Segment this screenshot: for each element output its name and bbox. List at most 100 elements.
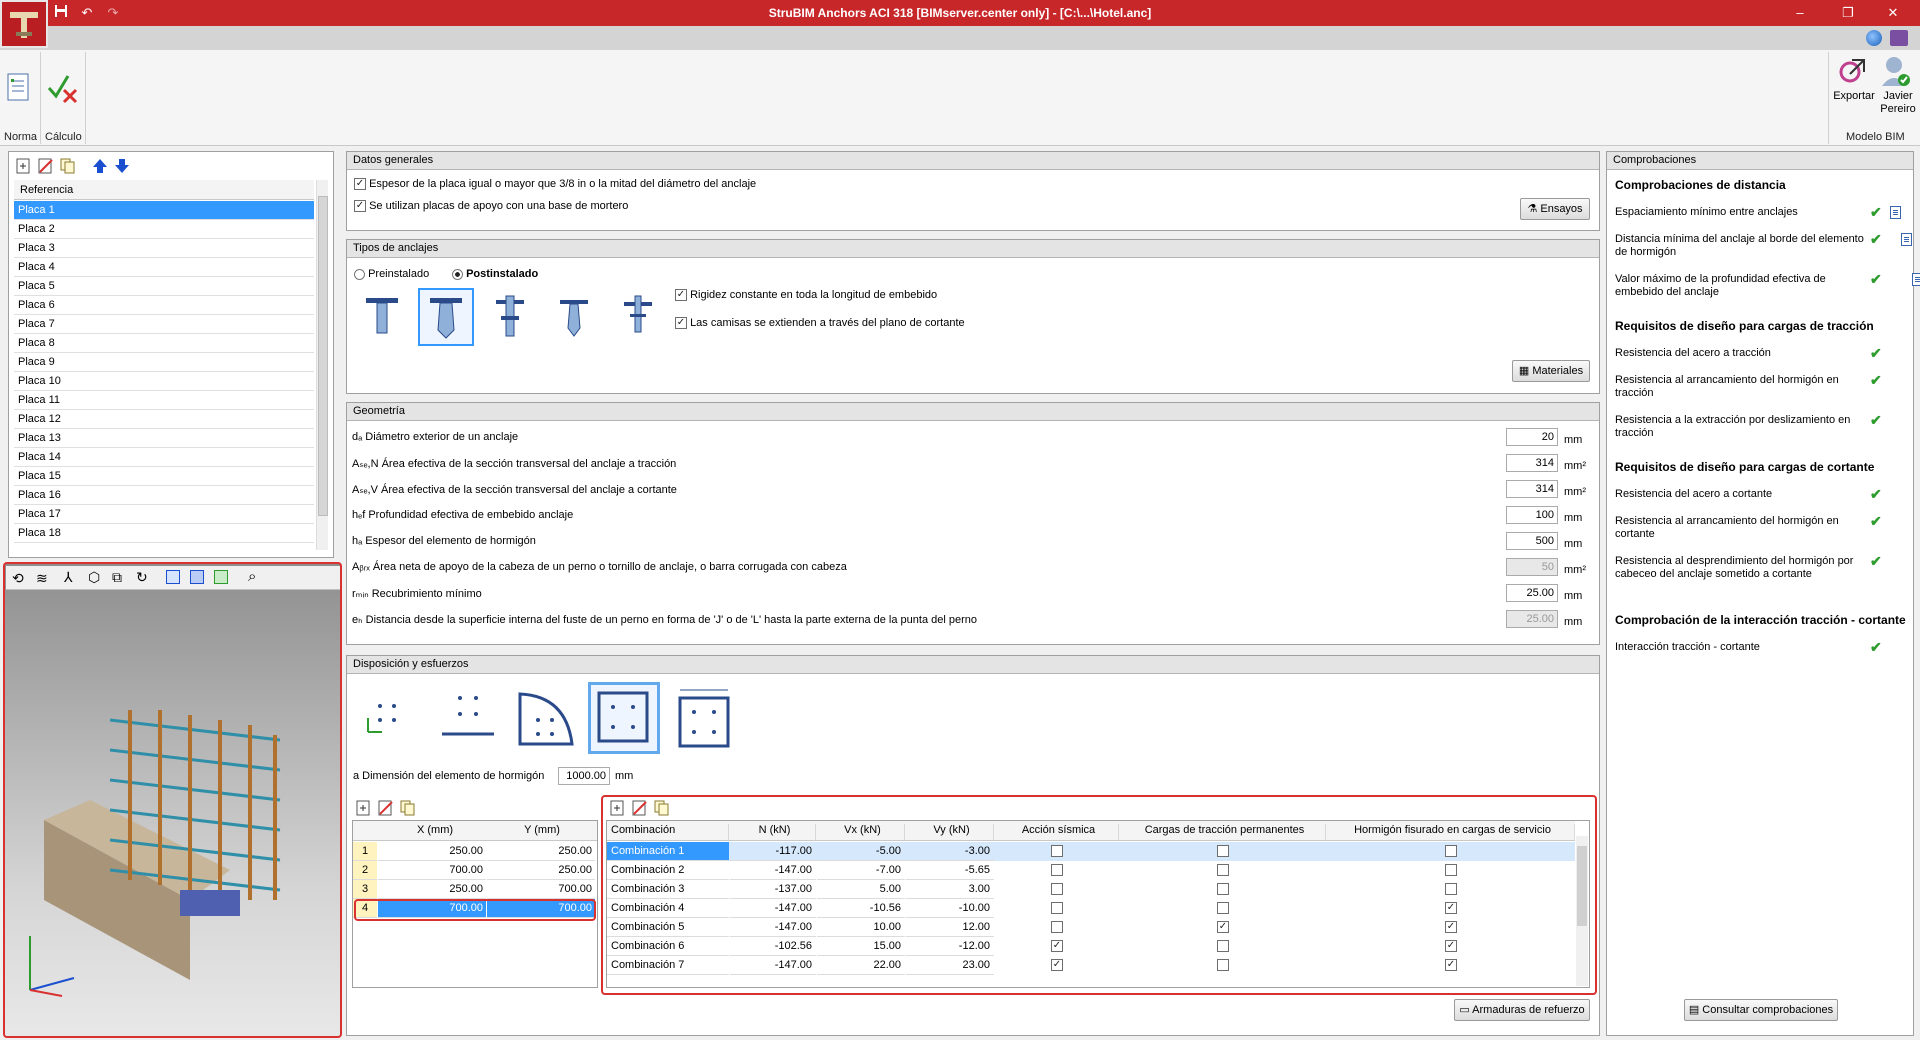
combination-value[interactable]: 23.00 [906,956,994,975]
redo-icon[interactable]: ↷ [104,4,122,22]
placa-list-item[interactable]: Placa 18 [14,524,314,543]
globe-icon[interactable] [1866,30,1882,46]
axes-icon[interactable]: ⅄ [64,569,73,586]
layers-icon[interactable]: ≋ [36,570,48,587]
combination-value[interactable]: -10.56 [817,899,905,918]
combination-checkbox[interactable]: ✓ [1051,959,1063,971]
combinations-scrollbar[interactable] [1576,836,1588,986]
placa-list-item[interactable]: Placa 12 [14,410,314,429]
placa-list-item[interactable]: Placa 2 [14,220,314,239]
dimension-input[interactable]: 1000.00 [558,767,610,785]
rotate-view-icon[interactable]: ⟲ [12,570,24,587]
check-camisas[interactable]: ✓ Las camisas se extienden a través del … [675,317,965,330]
export-icon[interactable] [1838,56,1868,86]
armaduras-button[interactable]: ▭ Armaduras de refuerzo [1454,999,1590,1021]
anchor-type-1-icon[interactable] [362,292,402,342]
placa-list-item[interactable]: Placa 11 [14,391,314,410]
check-mortero[interactable]: ✓ Se utilizan placas de apoyo con una ba… [354,200,628,213]
consultar-button[interactable]: ▤ Consultar comprobaciones [1684,999,1838,1021]
combination-name[interactable]: Combinación 5 [607,918,729,937]
combination-checkbox[interactable] [1051,864,1063,876]
combination-checkbox[interactable]: ✓ [1445,959,1457,971]
geometry-input[interactable]: 314 [1506,454,1558,472]
report-icon[interactable] [1901,233,1912,246]
combination-value[interactable]: 22.00 [817,956,905,975]
combination-value[interactable]: 15.00 [817,937,905,956]
anchor-type-2-icon[interactable] [418,288,474,346]
norma-icon[interactable] [6,72,32,104]
delete-icon[interactable] [38,158,54,174]
layout-type-2-icon[interactable] [440,688,496,744]
combination-checkbox[interactable] [1051,921,1063,933]
placa-list-item[interactable]: Placa 14 [14,448,314,467]
combination-checkbox[interactable]: ✓ [1051,940,1063,952]
combination-value[interactable]: -5.65 [906,861,994,880]
refresh-icon[interactable]: ↻ [136,569,148,586]
report-icon[interactable] [1912,273,1920,286]
check-espesor[interactable]: ✓ Espesor de la placa igual o mayor que … [354,178,756,191]
copy-icon[interactable] [60,158,76,174]
geometry-input[interactable]: 25.00 [1506,584,1558,602]
anchor-type-4-icon[interactable] [554,292,594,342]
coords-y-cell[interactable]: 250.00 [487,842,595,861]
user-avatar[interactable] [1880,54,1910,88]
combination-value[interactable]: -7.00 [817,861,905,880]
placa-list-item[interactable]: Placa 1 [14,201,314,220]
combination-checkbox[interactable]: ✓ [1445,940,1457,952]
add-combination-icon[interactable] [610,800,626,816]
cube-icon[interactable]: ⬡ [88,569,100,586]
geometry-input[interactable]: 500 [1506,532,1558,550]
combination-value[interactable]: -10.00 [906,899,994,918]
combination-value[interactable]: -3.00 [906,842,994,861]
arrow-down-icon[interactable] [114,158,130,174]
combination-value[interactable]: -5.00 [817,842,905,861]
combination-value[interactable]: -147.00 [730,956,816,975]
export-label[interactable]: Exportar [1832,90,1876,102]
combination-value[interactable]: -137.00 [730,880,816,899]
combination-value[interactable]: 5.00 [817,880,905,899]
combination-name[interactable]: Combinación 4 [607,899,729,918]
combination-checkbox[interactable] [1445,864,1457,876]
combination-checkbox[interactable]: ✓ [1445,921,1457,933]
zoom-icon[interactable]: ⌕ [248,568,256,585]
add-row-icon[interactable] [356,800,372,816]
image-view-icon[interactable] [190,570,204,584]
combination-checkbox[interactable] [1217,902,1229,914]
placa-list-item[interactable]: Placa 10 [14,372,314,391]
anchor-type-3-icon[interactable] [490,292,530,342]
placas-scrollbar[interactable] [316,180,328,550]
undo-icon[interactable]: ↶ [78,4,96,22]
placa-list-item[interactable]: Placa 6 [14,296,314,315]
combination-checkbox[interactable]: ✓ [1217,921,1229,933]
combination-value[interactable]: -147.00 [730,861,816,880]
radio-postinstalado[interactable]: Postinstalado [452,268,538,280]
calculo-icon[interactable] [46,72,82,106]
placa-list-item[interactable]: Placa 13 [14,429,314,448]
grid-view-icon[interactable] [166,570,180,584]
combination-checkbox[interactable] [1217,959,1229,971]
layout-type-4-icon[interactable] [588,682,660,754]
combination-checkbox[interactable] [1051,845,1063,857]
combination-name[interactable]: Combinación 1 [607,842,729,861]
report-icon[interactable] [1890,206,1901,219]
placa-list-item[interactable]: Placa 5 [14,277,314,296]
ensayos-button[interactable]: ⚗ Ensayos [1520,198,1590,220]
arrow-up-icon[interactable] [92,158,108,174]
combination-checkbox[interactable] [1445,883,1457,895]
combination-checkbox[interactable] [1051,883,1063,895]
radio-preinstalado[interactable]: Preinstalado [354,268,429,280]
close-button[interactable]: ✕ [1878,4,1908,22]
view-cube-icon[interactable]: ⧉ [112,569,122,586]
combination-value[interactable]: 10.00 [817,918,905,937]
coords-y-cell[interactable]: 700.00 [487,880,595,899]
combination-value[interactable]: -102.56 [730,937,816,956]
materiales-button[interactable]: ▦ Materiales [1512,360,1590,382]
combination-checkbox[interactable] [1445,845,1457,857]
combination-checkbox[interactable] [1217,845,1229,857]
layout-type-3-icon[interactable] [516,688,576,748]
combination-checkbox[interactable] [1217,864,1229,876]
combination-value[interactable]: -117.00 [730,842,816,861]
combination-checkbox[interactable] [1217,940,1229,952]
placa-list-item[interactable]: Placa 17 [14,505,314,524]
geometry-input[interactable]: 314 [1506,480,1558,498]
